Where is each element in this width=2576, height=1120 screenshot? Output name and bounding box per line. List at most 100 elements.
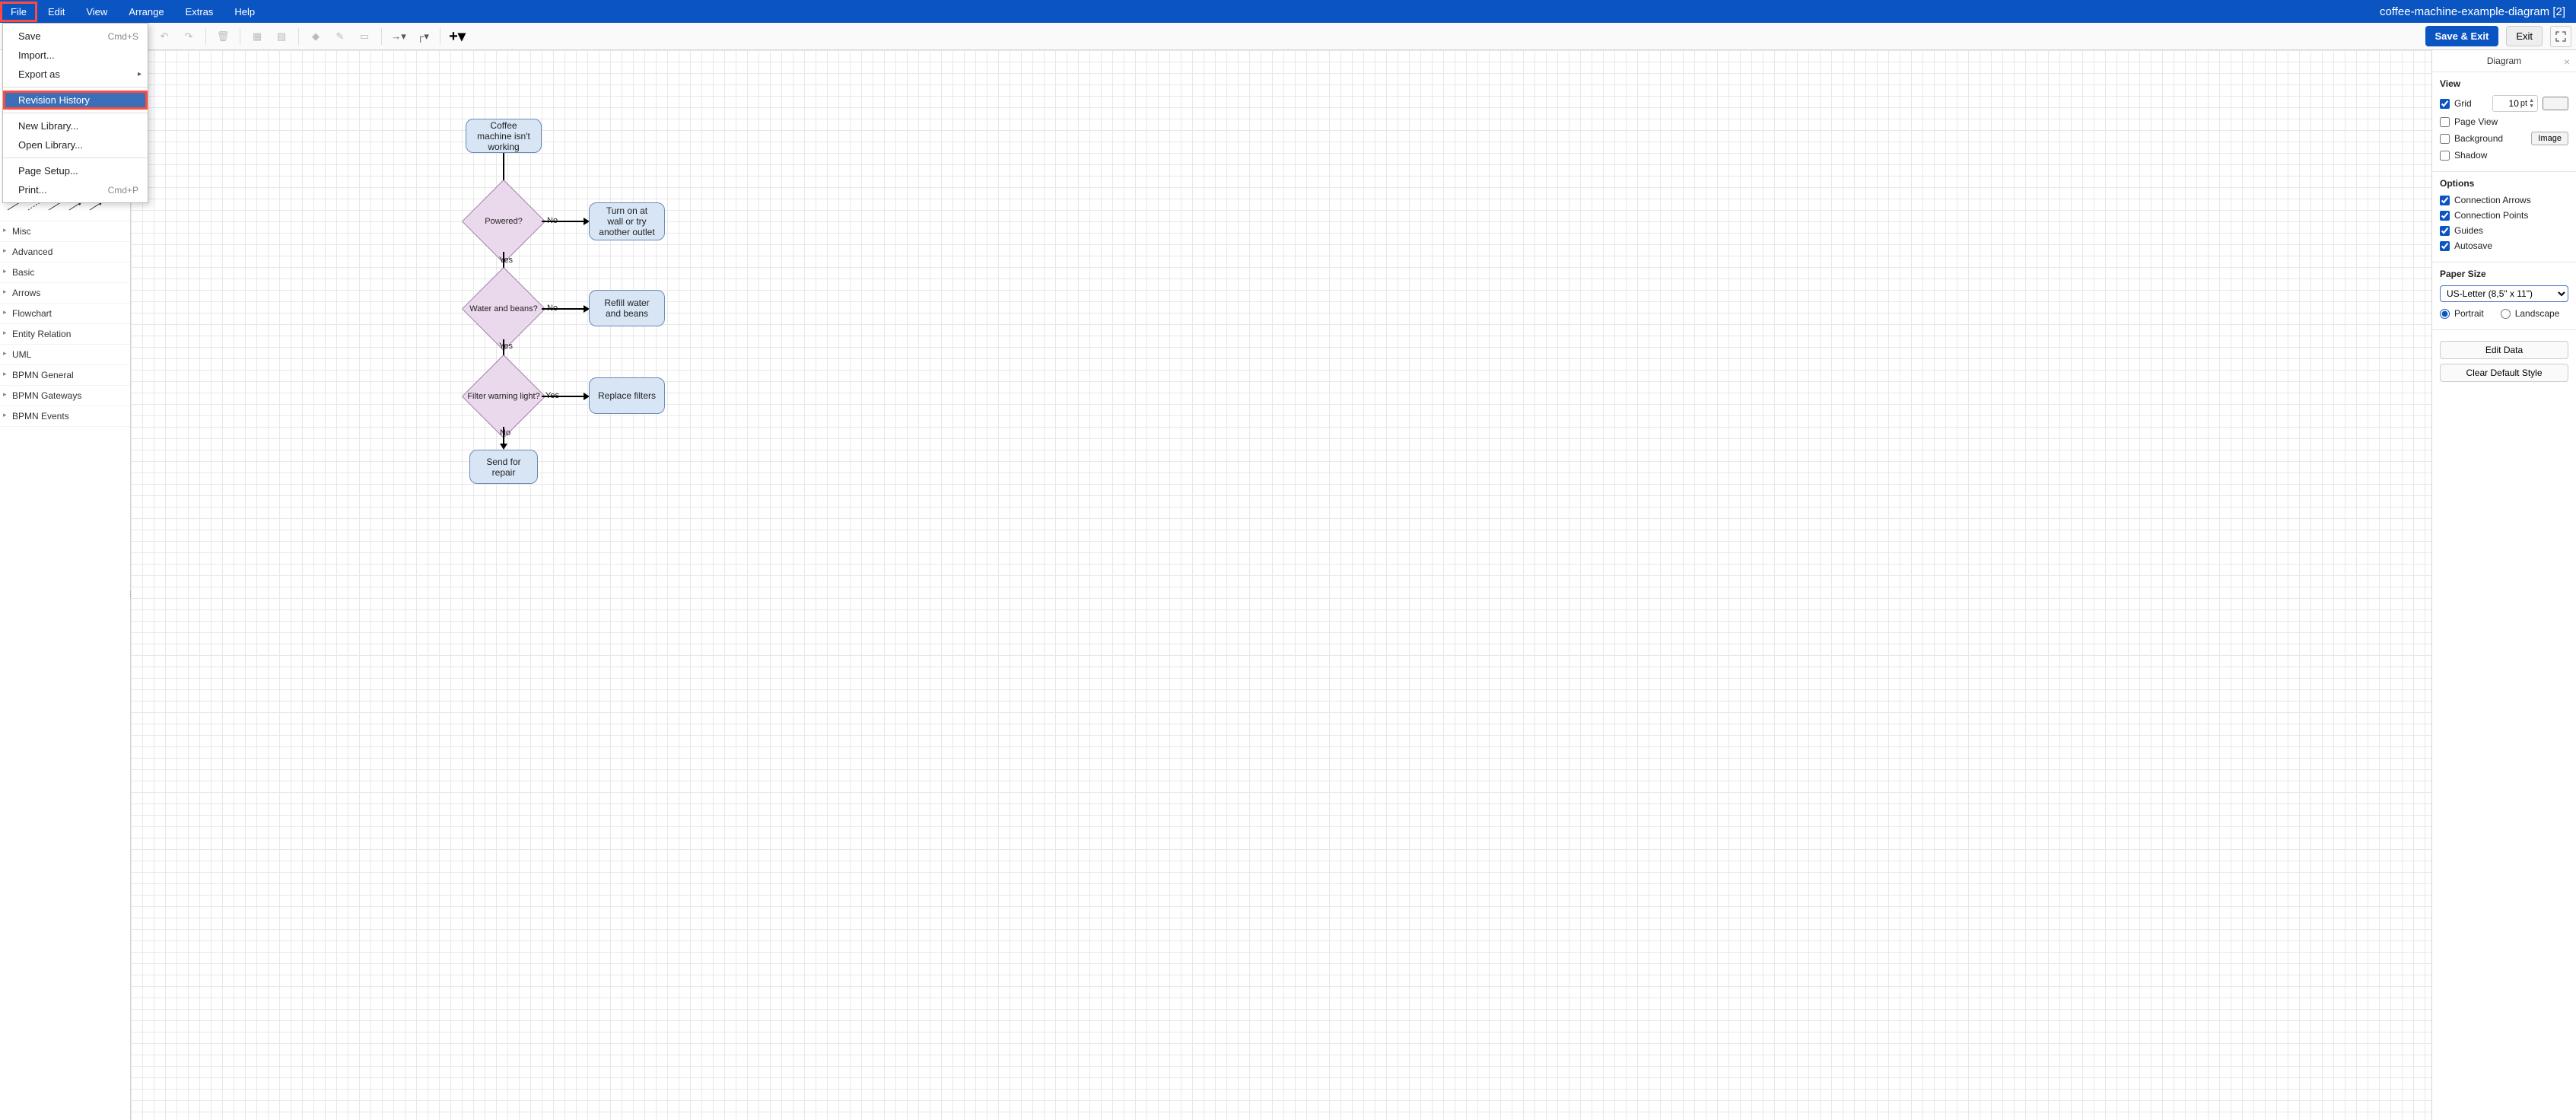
toolbar-separator	[298, 28, 299, 45]
fullscreen-button[interactable]	[2550, 26, 2571, 47]
connection-points-label: Connection Points	[2454, 210, 2528, 221]
menu-item-label: Revision History	[18, 94, 90, 106]
menu-item-label: Page Setup...	[18, 165, 78, 177]
node-end[interactable]: Send for repair	[469, 450, 538, 484]
undo-button[interactable]: ↶	[154, 26, 175, 47]
connection-points-checkbox[interactable]	[2440, 211, 2450, 221]
delete-button[interactable]: 🗑	[212, 26, 234, 47]
pageview-label: Page View	[2454, 116, 2498, 127]
menu-item-save[interactable]: Save Cmd+S	[3, 27, 148, 46]
grid-color-swatch[interactable]	[2543, 97, 2568, 110]
section-flowchart[interactable]: Flowchart	[0, 304, 130, 324]
grid-checkbox[interactable]	[2440, 99, 2450, 109]
menu-item-label: Import...	[18, 49, 55, 61]
menu-item-print[interactable]: Print... Cmd+P	[3, 180, 148, 199]
redo-button[interactable]: ↷	[178, 26, 199, 47]
pageview-checkbox[interactable]	[2440, 117, 2450, 127]
background-image-button[interactable]: Image	[2531, 132, 2568, 145]
to-front-button[interactable]: ▦	[246, 26, 268, 47]
section-basic[interactable]: Basic	[0, 262, 130, 283]
papersize-heading: Paper Size	[2440, 269, 2568, 279]
waypoint-style-button[interactable]: ┌▾	[412, 26, 434, 47]
shapes-sidebar: Text	[0, 50, 131, 1120]
node-decision-water-beans[interactable]: Water and beans?	[458, 278, 549, 339]
menu-item-page-setup[interactable]: Page Setup...	[3, 161, 148, 180]
node-action-refill[interactable]: Refill water and beans	[589, 290, 665, 326]
node-label: Powered?	[466, 217, 542, 226]
menu-item-label: Print...	[18, 184, 47, 196]
landscape-radio[interactable]	[2501, 309, 2511, 319]
grid-unit: pt	[2520, 99, 2527, 108]
line-color-button[interactable]: ✎	[329, 26, 351, 47]
menubar-left: File Edit View Arrange Extras Help	[0, 2, 266, 22]
menu-item-new-library[interactable]: New Library...	[3, 116, 148, 135]
menu-arrange[interactable]: Arrange	[118, 2, 174, 22]
connection-style-button[interactable]: →▾	[388, 26, 409, 47]
section-bpmn-gateways[interactable]: BPMN Gateways	[0, 386, 130, 406]
menu-item-export-as[interactable]: Export as ▸	[3, 65, 148, 84]
grid-size-input[interactable]	[2496, 96, 2519, 111]
menu-view[interactable]: View	[75, 2, 118, 22]
insert-button[interactable]: +▾	[447, 26, 468, 47]
menu-item-import[interactable]: Import...	[3, 46, 148, 65]
autosave-checkbox[interactable]	[2440, 241, 2450, 251]
toolbar: ↶ ↷ 🗑 ▦ ▧ ◆ ✎ ▭ →▾ ┌▾ +▾ Save & Exit Exi…	[0, 23, 2576, 50]
clear-default-style-button[interactable]: Clear Default Style	[2440, 364, 2568, 382]
panel-title: Diagram ×	[2432, 50, 2576, 72]
menu-item-shortcut: Cmd+S	[108, 31, 138, 42]
node-decision-powered[interactable]: Powered?	[458, 191, 549, 252]
node-label: Filter warning light?	[466, 392, 542, 401]
menu-edit[interactable]: Edit	[37, 2, 75, 22]
toolbar-separator	[381, 28, 382, 45]
view-heading: View	[2440, 78, 2568, 89]
edge	[542, 308, 584, 310]
section-misc[interactable]: Misc	[0, 221, 130, 242]
portrait-radio[interactable]	[2440, 309, 2450, 319]
background-checkbox[interactable]	[2440, 134, 2450, 144]
section-advanced[interactable]: Advanced	[0, 242, 130, 262]
edge	[542, 221, 584, 222]
canvas[interactable]: Coffee machine isn't working Powered? No…	[131, 50, 2431, 1120]
grid-size-spinner[interactable]: pt ▲▼	[2492, 95, 2538, 112]
node-action-turn-on[interactable]: Turn on at wall or try another outlet	[589, 202, 665, 240]
background-label: Background	[2454, 133, 2503, 144]
grid-stepper[interactable]: ▲▼	[2529, 98, 2534, 109]
menu-item-label: New Library...	[18, 120, 78, 132]
section-bpmn-general[interactable]: BPMN General	[0, 365, 130, 386]
save-and-exit-button[interactable]: Save & Exit	[2425, 26, 2499, 46]
autosave-label: Autosave	[2454, 240, 2492, 251]
menu-item-open-library[interactable]: Open Library...	[3, 135, 148, 154]
connection-arrows-label: Connection Arrows	[2454, 195, 2531, 205]
section-uml[interactable]: UML	[0, 345, 130, 365]
panel-title-label: Diagram	[2487, 56, 2521, 66]
menu-file[interactable]: File	[0, 2, 37, 22]
toolbar-separator	[205, 28, 206, 45]
landscape-label: Landscape	[2515, 308, 2560, 319]
fill-color-button[interactable]: ◆	[305, 26, 326, 47]
section-bpmn-events[interactable]: BPMN Events	[0, 406, 130, 427]
edge-label-yes: Yes	[498, 256, 514, 265]
connection-arrows-checkbox[interactable]	[2440, 196, 2450, 205]
menubar: File Edit View Arrange Extras Help coffe…	[0, 0, 2576, 23]
papersize-select[interactable]: US-Letter (8,5" x 11")	[2440, 285, 2568, 302]
menu-item-shortcut: Cmd+P	[108, 185, 138, 196]
node-start[interactable]: Coffee machine isn't working	[466, 119, 542, 153]
shape-sections: Misc Advanced Basic Arrows Flowchart Ent…	[0, 221, 130, 1120]
panel-close-button[interactable]: ×	[2564, 56, 2570, 68]
menu-item-revision-history[interactable]: Revision History	[3, 91, 148, 110]
menu-help[interactable]: Help	[224, 2, 266, 22]
guides-checkbox[interactable]	[2440, 226, 2450, 236]
exit-button[interactable]: Exit	[2506, 26, 2543, 46]
menu-extras[interactable]: Extras	[175, 2, 224, 22]
shadow-checkbox[interactable]	[2440, 151, 2450, 161]
node-label: Water and beans?	[466, 304, 542, 313]
section-entity-relation[interactable]: Entity Relation	[0, 324, 130, 345]
submenu-caret-icon: ▸	[138, 70, 142, 78]
shadow-button[interactable]: ▭	[354, 26, 375, 47]
section-arrows[interactable]: Arrows	[0, 283, 130, 304]
to-back-button[interactable]: ▧	[271, 26, 292, 47]
edit-data-button[interactable]: Edit Data	[2440, 341, 2568, 359]
menu-item-label: Save	[18, 30, 41, 42]
node-action-replace-filters[interactable]: Replace filters	[589, 377, 665, 414]
node-decision-filter-light[interactable]: Filter warning light?	[458, 366, 549, 427]
